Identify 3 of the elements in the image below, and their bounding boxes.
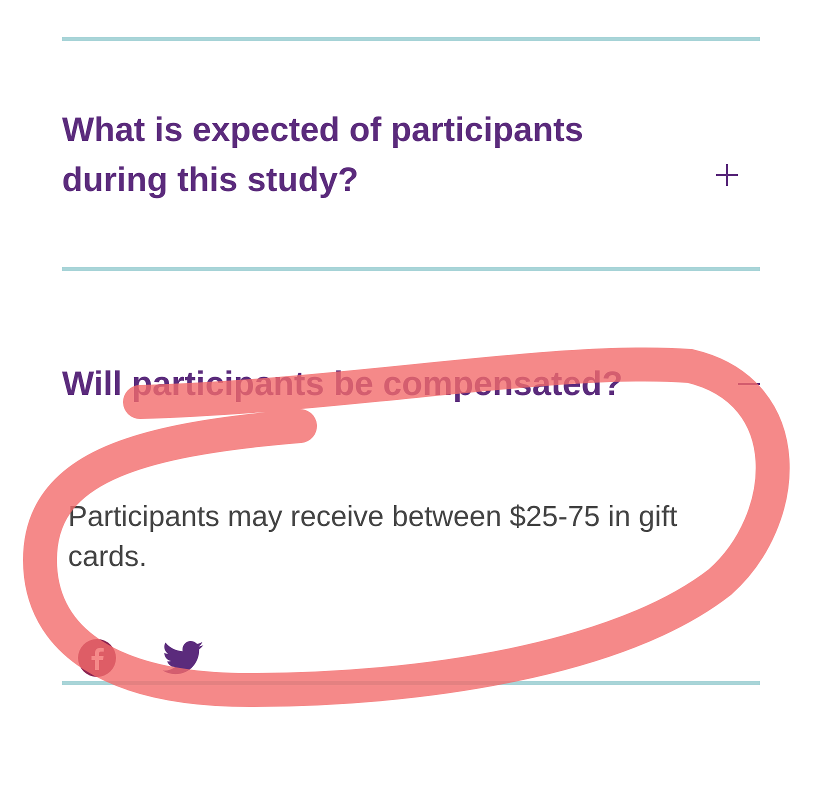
expand-icon[interactable] <box>716 164 738 186</box>
faq-answer: Participants may receive between $25-75 in gift cards. <box>68 500 678 575</box>
faq-question[interactable]: What is expected of participants during this study? <box>62 105 682 205</box>
